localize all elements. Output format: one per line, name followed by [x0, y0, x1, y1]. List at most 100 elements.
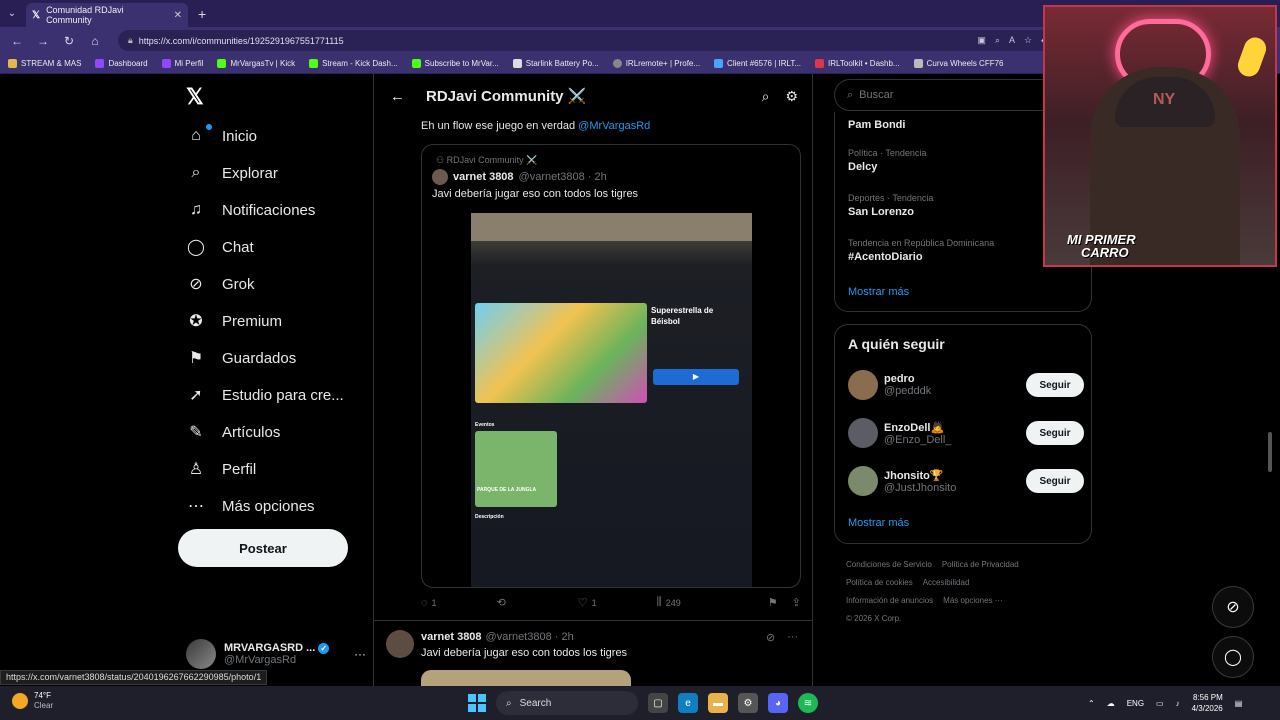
forward-button[interactable]: →: [32, 30, 54, 52]
follow-item[interactable]: Jhonsito🏆 @JustJhonsito Seguir: [848, 465, 1084, 497]
nav-item-premium[interactable]: ✪ Premium: [186, 311, 282, 331]
more-icon[interactable]: ···: [354, 647, 366, 661]
community-header: ← RDJavi Community ⚔️ ⌕ ⚙: [374, 74, 812, 118]
reply-button[interactable]: ◌ 1: [421, 597, 437, 609]
edge-icon[interactable]: e: [678, 693, 698, 713]
bookmark-item[interactable]: Dashboard: [95, 59, 148, 68]
trend-item[interactable]: Tendencia en República Dominicana #Acento…: [848, 238, 994, 263]
bookmark-item[interactable]: MrVargasTv | Kick: [217, 59, 295, 68]
show-more-link[interactable]: Mostrar más: [848, 286, 909, 298]
bookmark-item[interactable]: Client #6576 | IRLT...: [714, 59, 801, 68]
notification-icon[interactable]: ▤: [1235, 699, 1243, 708]
follow-item[interactable]: EnzoDell🙇 @Enzo_Dell_ Seguir: [848, 417, 1084, 449]
views-button[interactable]: ⫼ 249: [657, 596, 681, 609]
follow-item[interactable]: pedro @pedddk Seguir: [848, 369, 1084, 401]
nav-item-articulos[interactable]: ✎ Artículos: [186, 422, 280, 442]
grok-float-button[interactable]: ⊘: [1212, 586, 1254, 628]
nav-item-notificaciones[interactable]: ♫ Notificaciones: [186, 200, 315, 220]
app-icon[interactable]: ▣: [977, 35, 986, 46]
bookmark-item[interactable]: Stream - Kick Dash...: [309, 59, 398, 68]
search-icon[interactable]: ⌕: [762, 88, 770, 105]
like-button[interactable]: ♡ 1: [578, 596, 597, 609]
footer-link[interactable]: Accesibilidad: [923, 578, 970, 587]
discord-icon[interactable]: ◕: [768, 693, 788, 713]
follow-button[interactable]: Seguir: [1026, 373, 1084, 397]
new-tab-button[interactable]: +: [198, 6, 206, 22]
trend-item[interactable]: Pam Bondi: [848, 116, 905, 131]
volume-icon[interactable]: ♪: [1176, 699, 1180, 708]
bookmark-item[interactable]: Mi Perfil: [161, 59, 203, 68]
footer-link[interactable]: Información de anuncios: [846, 596, 933, 605]
copyright: © 2026 X Corp.: [846, 614, 902, 623]
url-field[interactable]: 🔒︎ https://x.com/i/communities/192529196…: [118, 30, 1058, 51]
bookmark-item[interactable]: Starlink Battery Po...: [512, 59, 599, 68]
file-explorer-icon[interactable]: ▬: [708, 693, 728, 713]
nav-item-chat[interactable]: ◯ Chat: [186, 237, 254, 257]
nav-label: Guardados: [222, 349, 297, 367]
nav-label: Chat: [222, 238, 254, 256]
bookmark-item[interactable]: Subscribe to MrVar...: [411, 59, 499, 68]
footer-link[interactable]: Más opciones ···: [943, 596, 1003, 605]
settings-icon[interactable]: ⚙: [738, 693, 758, 713]
back-button[interactable]: ←: [6, 30, 28, 52]
more-icon[interactable]: ···: [787, 631, 798, 644]
tweet-photo[interactable]: [421, 670, 631, 686]
bookmark-button[interactable]: ⚑: [768, 596, 778, 609]
tab-title: Comunidad RDJavi Community: [46, 5, 124, 25]
nav-item-guardados[interactable]: ⚑ Guardados: [186, 348, 296, 368]
chevron-up-icon[interactable]: ⌃: [1088, 699, 1095, 708]
chat-float-button[interactable]: ◯: [1212, 636, 1254, 678]
nav-item-explorar[interactable]: ⌕ Explorar: [186, 163, 278, 183]
repost-icon: ⟲: [496, 597, 506, 609]
language-indicator[interactable]: ENG: [1127, 699, 1144, 708]
footer-link[interactable]: Condiciones de Servicio: [846, 560, 932, 569]
bookmark-item[interactable]: IRLToolkit • Dashb...: [815, 59, 900, 68]
quoted-tweet[interactable]: ⚇ RDJavi Community ⚔️ varnet 3808 @varne…: [421, 144, 801, 588]
grok-icon[interactable]: ⊘: [766, 631, 775, 644]
nav-item-inicio[interactable]: ⌂ Inicio: [186, 124, 257, 146]
follow-button[interactable]: Seguir: [1026, 421, 1084, 445]
footer-link[interactable]: Política de cookies: [846, 578, 913, 587]
scrollbar[interactable]: [1268, 432, 1272, 472]
weather-widget[interactable]: 74°F Clear: [12, 691, 53, 711]
nav-item-grok[interactable]: ⊘ Grok: [186, 274, 254, 294]
nav-item-estudio[interactable]: ➚ Estudio para cre...: [186, 385, 343, 405]
photo-wall: [471, 213, 752, 241]
tweet-body: Eh un flow ese juego en verdad: [421, 120, 576, 132]
trend-item[interactable]: Deportes · Tendencia San Lorenzo: [848, 193, 933, 218]
clock[interactable]: 8:56 PM 4/3/2026: [1192, 692, 1223, 714]
bookmark-item[interactable]: Curva Wheels CFF76: [913, 59, 1004, 68]
nav-item-mas-opciones[interactable]: ⋯ Más opciones: [186, 496, 315, 516]
read-aloud-icon[interactable]: A: [1009, 35, 1015, 46]
network-icon[interactable]: ▭: [1156, 699, 1164, 708]
tweet-photo[interactable]: Superestrella de Béisbol ▶ Eventos PARQU…: [471, 213, 752, 587]
share-button[interactable]: ⇪: [792, 596, 801, 609]
close-icon[interactable]: ✕: [174, 10, 182, 21]
account-switcher[interactable]: MRVARGASRD ... ✓ @MrVargasRd ···: [186, 634, 366, 674]
taskbar-search[interactable]: ⌕ Search: [496, 691, 638, 715]
footer-link[interactable]: Política de Privacidad: [942, 560, 1019, 569]
gear-icon[interactable]: ⚙: [785, 88, 798, 105]
client-icon: [714, 59, 724, 68]
home-button[interactable]: ⌂: [84, 30, 106, 52]
mention-link[interactable]: @MrVargasRd: [578, 120, 650, 132]
post-button[interactable]: Postear: [178, 529, 348, 567]
bookmark-item[interactable]: IRLremote+ | Profe...: [612, 59, 700, 68]
back-arrow-icon[interactable]: ←: [390, 88, 410, 105]
zoom-icon[interactable]: ⌕: [995, 35, 1000, 46]
bookmark-item[interactable]: STREAM & MAS: [8, 59, 81, 68]
show-more-link[interactable]: Mostrar más: [848, 517, 909, 529]
windows-start-icon[interactable]: [468, 694, 486, 712]
tab-menu-icon[interactable]: ⌄: [0, 0, 24, 27]
follow-button[interactable]: Seguir: [1026, 469, 1084, 493]
repost-button[interactable]: ⟲: [497, 596, 506, 609]
trend-item[interactable]: Política · Tendencia Delcy: [848, 148, 926, 173]
x-logo-icon[interactable]: 𝕏: [186, 84, 204, 110]
task-view-icon[interactable]: ▢: [648, 693, 668, 713]
browser-tab[interactable]: 𝕏 Comunidad RDJavi Community ✕: [26, 3, 188, 27]
onedrive-icon[interactable]: ☁: [1107, 699, 1115, 708]
favorite-icon[interactable]: ☆: [1024, 35, 1032, 46]
nav-item-perfil[interactable]: ♙ Perfil: [186, 459, 256, 479]
refresh-button[interactable]: ↻: [58, 30, 80, 52]
spotify-icon[interactable]: ≋: [798, 693, 818, 713]
